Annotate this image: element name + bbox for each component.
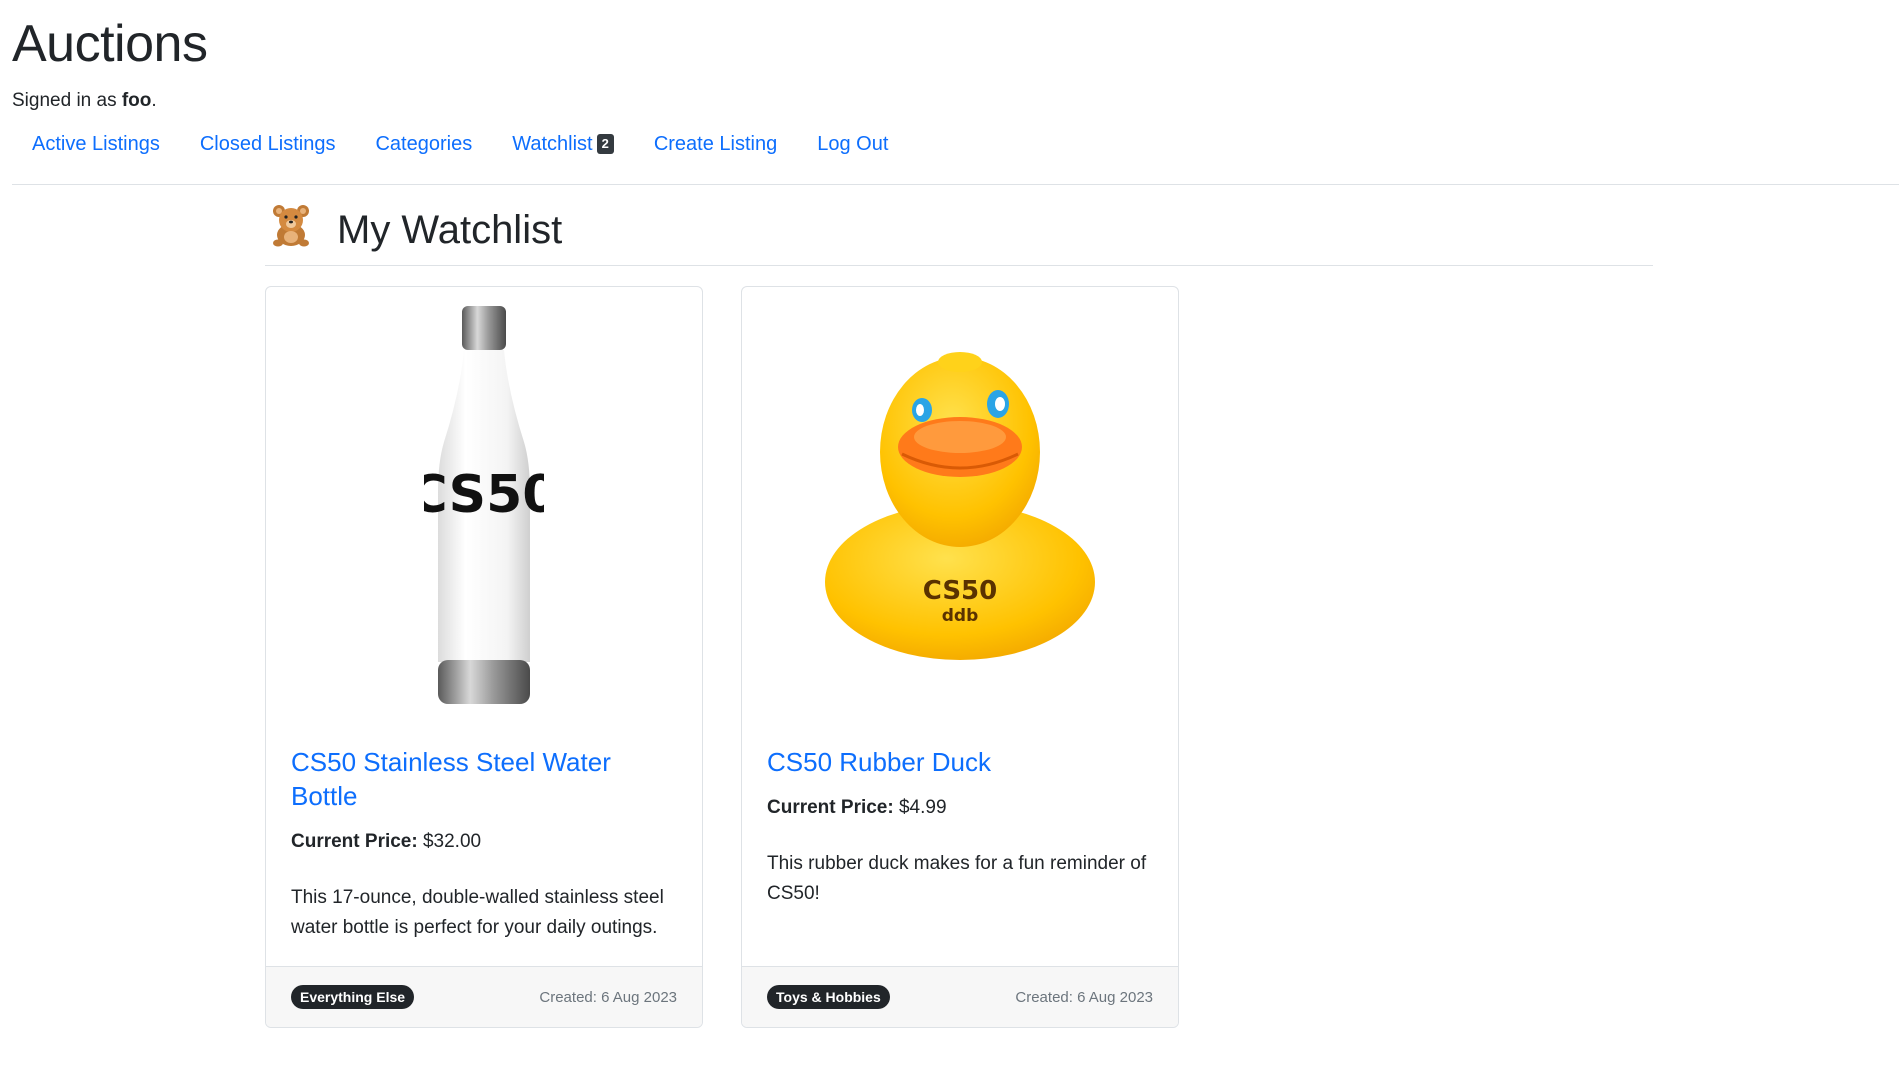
listing-price: Current Price: $32.00 (291, 829, 677, 855)
bottle-label: CS50 (424, 465, 544, 525)
listing-card: CS50 ddb CS50 Rubber Duck Current Price:… (741, 286, 1179, 1028)
listing-card: CS50 CS50 Stainless Steel Water Bottle C… (265, 286, 703, 1028)
listing-title-link[interactable]: CS50 Rubber Duck (767, 745, 1153, 779)
category-badge[interactable]: Toys & Hobbies (767, 985, 890, 1009)
nav-active-listings[interactable]: Active Listings (20, 133, 172, 156)
category-badge[interactable]: Everything Else (291, 985, 415, 1009)
created-date: Created: 6 Aug 2023 (1015, 988, 1153, 1006)
signed-in-prefix: Signed in as (12, 90, 117, 111)
nav-log-out[interactable]: Log Out (805, 133, 900, 156)
main-content: My Watchlist S5 CS50 Stainless Steel Wat… (265, 195, 1653, 1028)
listing-description: This rubber duck makes for a fun reminde… (767, 853, 1147, 904)
main-nav: Active Listings Closed Listings Categori… (12, 128, 1887, 160)
nav-create-listing[interactable]: Create Listing (642, 133, 789, 156)
watchlist-cards: CS50 CS50 Stainless Steel Water Bottle C… (265, 286, 1653, 1028)
rubber-duck-image[interactable]: CS50 ddb (742, 297, 1178, 717)
water-bottle-image[interactable]: CS50 (266, 297, 702, 717)
card-footer: Toys & Hobbies Created: 6 Aug 2023 (742, 966, 1178, 1027)
listing-price: Current Price: $4.99 (767, 795, 1153, 821)
listing-description: This 17-ounce, double-walled stainless s… (291, 887, 664, 938)
nav-watchlist[interactable]: Watchlist 2 (500, 133, 626, 156)
nav-watchlist-label: Watchlist (512, 132, 593, 155)
duck-label-primary: CS50 (923, 576, 997, 606)
duck-label-secondary: ddb (942, 606, 979, 626)
price-value: $4.99 (898, 797, 947, 818)
card-footer: Everything Else Created: 6 Aug 2023 (266, 966, 702, 1027)
signed-in-suffix: . (151, 90, 157, 111)
header-divider (12, 184, 1899, 185)
nav-categories[interactable]: Categories (363, 133, 484, 156)
site-title: Auctions (12, 15, 208, 73)
page-title: My Watchlist (337, 207, 563, 252)
watchlist-count-badge: 2 (596, 134, 614, 154)
created-date: Created: 6 Aug 2023 (539, 988, 677, 1006)
price-label: Current Price: (767, 797, 894, 818)
price-label: Current Price: (291, 831, 418, 852)
page-heading: My Watchlist (265, 195, 1653, 266)
header: Auctions Signed in as foo. Active Listin… (0, 0, 1899, 160)
price-value: $32.00 (422, 831, 482, 852)
teddy-bear-icon (269, 203, 319, 257)
listing-title-link[interactable]: CS50 Stainless Steel Water Bottle (291, 745, 677, 813)
username: foo (121, 90, 152, 111)
signed-in-status: Signed in as foo. (12, 88, 1887, 114)
nav-closed-listings[interactable]: Closed Listings (188, 133, 348, 156)
